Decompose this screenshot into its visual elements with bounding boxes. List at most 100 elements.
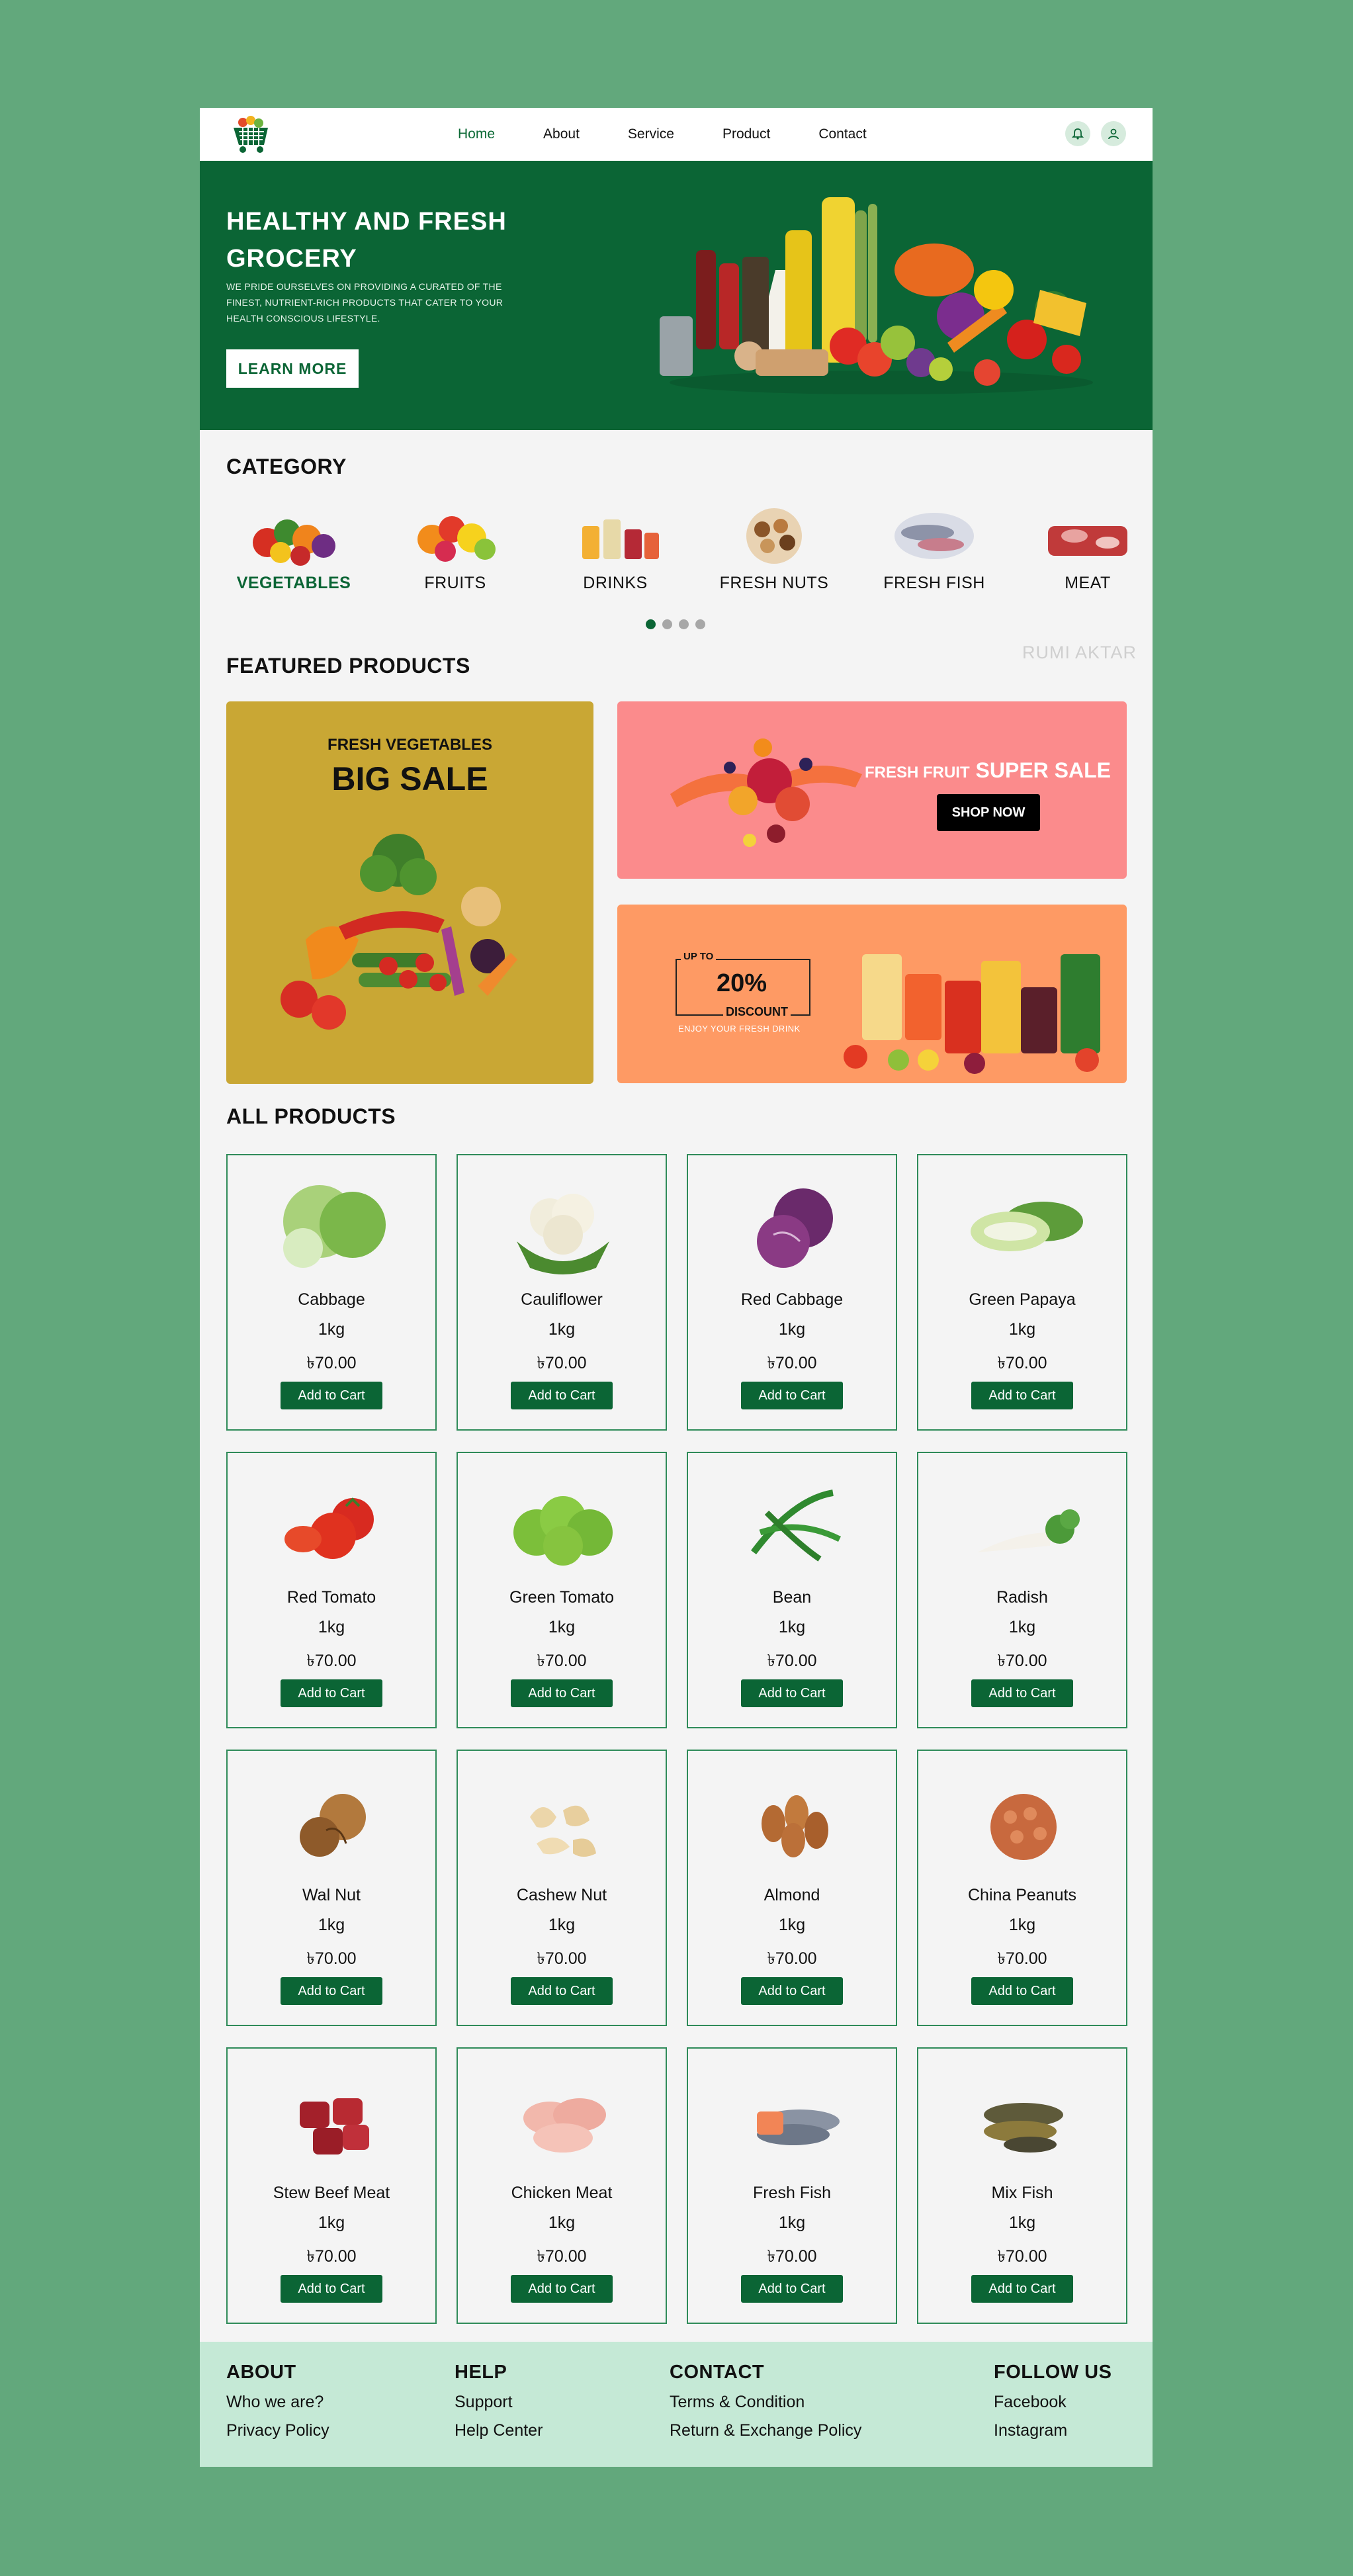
add-to-cart-button[interactable]: Add to Cart	[741, 1679, 843, 1707]
nav-product[interactable]: Product	[722, 126, 770, 142]
product-card[interactable]: Stew Beef Meat 1kg ৳70.00 Add to Cart	[226, 2047, 437, 2324]
nav-home[interactable]: Home	[458, 126, 495, 142]
cauliflower-image	[517, 1194, 609, 1274]
category-meat[interactable]: MEAT	[1022, 500, 1153, 605]
product-weight: 1kg	[318, 1916, 345, 1934]
footer-link-instagram[interactable]: Instagram	[994, 2421, 1112, 2440]
add-to-cart-button[interactable]: Add to Cart	[971, 1679, 1073, 1707]
footer-link-terms[interactable]: Terms & Condition	[670, 2393, 861, 2412]
add-to-cart-button[interactable]: Add to Cart	[281, 1977, 382, 2005]
product-card[interactable]: Fresh Fish 1kg ৳70.00 Add to Cart	[687, 2047, 897, 2324]
add-to-cart-button[interactable]: Add to Cart	[741, 1382, 843, 1409]
add-to-cart-button[interactable]: Add to Cart	[741, 1977, 843, 2005]
fruit-splash-illustration	[670, 738, 862, 847]
drinks-icon	[582, 519, 659, 559]
hero-title: HEALTHY AND FRESH GROCERY	[226, 208, 507, 273]
product-card[interactable]: Chicken Meat 1kg ৳70.00 Add to Cart	[457, 2047, 667, 2324]
cart-logo-icon[interactable]	[230, 113, 272, 155]
product-card[interactable]: Green Papaya 1kg ৳70.00 Add to Cart	[917, 1154, 1127, 1431]
product-card[interactable]: Red Tomato 1kg ৳70.00 Add to Cart	[226, 1452, 437, 1728]
product-card[interactable]: Bean 1kg ৳70.00 Add to Cart	[687, 1452, 897, 1728]
product-weight: 1kg	[778, 1320, 806, 1339]
add-to-cart-button[interactable]: Add to Cart	[281, 1382, 382, 1409]
add-to-cart-button[interactable]: Add to Cart	[971, 1977, 1073, 2005]
nav-contact[interactable]: Contact	[818, 126, 866, 142]
product-card[interactable]: Red Cabbage 1kg ৳70.00 Add to Cart	[687, 1154, 897, 1431]
footer-about: ABOUT Who we are? Privacy Policy	[226, 2362, 329, 2450]
vegetables-sale-banner[interactable]: FRESH VEGETABLES BIG SALE	[226, 701, 593, 1084]
product-card[interactable]: Wal Nut 1kg ৳70.00 Add to Cart	[226, 1750, 437, 2026]
carousel-dot[interactable]	[646, 619, 656, 629]
product-name: China Peanuts	[967, 1886, 1076, 1904]
product-weight: 1kg	[778, 1916, 806, 1934]
product-card[interactable]: Green Tomato 1kg ৳70.00 Add to Cart	[457, 1452, 667, 1728]
footer-link-privacy[interactable]: Privacy Policy	[226, 2421, 329, 2440]
category-label: FRUITS	[424, 574, 486, 592]
add-to-cart-button[interactable]: Add to Cart	[971, 1382, 1073, 1409]
product-card[interactable]: Radish 1kg ৳70.00 Add to Cart	[917, 1452, 1127, 1728]
product-name: Almond	[764, 1886, 820, 1904]
product-price: ৳70.00	[997, 1652, 1047, 1670]
shop-now-button[interactable]: SHOP NOW	[937, 794, 1040, 831]
product-card[interactable]: China Peanuts 1kg ৳70.00 Add to Cart	[917, 1750, 1127, 2026]
category-fresh-fish[interactable]: FRESH FISH	[868, 500, 1000, 605]
footer-link-help-center[interactable]: Help Center	[455, 2421, 543, 2440]
add-to-cart-button[interactable]: Add to Cart	[511, 1382, 613, 1409]
product-price: ৳70.00	[306, 1354, 357, 1372]
product-price: ৳70.00	[997, 2247, 1047, 2266]
product-card[interactable]: Almond 1kg ৳70.00 Add to Cart	[687, 1750, 897, 2026]
meat-icon	[1048, 526, 1127, 556]
top-navbar: Home About Service Product Contact	[200, 108, 1153, 161]
footer-link-facebook[interactable]: Facebook	[994, 2393, 1112, 2412]
product-card[interactable]: Cashew Nut 1kg ৳70.00 Add to Cart	[457, 1750, 667, 2026]
product-price: ৳70.00	[767, 1652, 817, 1670]
product-name: Stew Beef Meat	[273, 2184, 390, 2202]
add-to-cart-button[interactable]: Add to Cart	[741, 2275, 843, 2303]
add-to-cart-button[interactable]: Add to Cart	[281, 2275, 382, 2303]
add-to-cart-button[interactable]: Add to Cart	[281, 1679, 382, 1707]
red-tomato-image	[284, 1497, 374, 1559]
chicken-image	[523, 2098, 606, 2153]
product-price: ৳70.00	[997, 1949, 1047, 1968]
category-fresh-nuts[interactable]: FRESH NUTS	[708, 500, 840, 605]
product-card[interactable]: Cauliflower 1kg ৳70.00 Add to Cart	[457, 1154, 667, 1431]
category-vegetables[interactable]: VEGETABLES	[228, 500, 360, 605]
fruit-sale-banner[interactable]: FRESH FRUIT SUPER SALE SHOP NOW	[617, 701, 1127, 879]
product-card[interactable]: Cabbage 1kg ৳70.00 Add to Cart	[226, 1154, 437, 1431]
banner-headline: SUPER SALE	[975, 758, 1112, 782]
peanuts-image	[990, 1794, 1057, 1860]
carousel-dot[interactable]	[679, 619, 689, 629]
footer-link-support[interactable]: Support	[455, 2393, 543, 2412]
grocery-illustration	[660, 197, 1093, 394]
add-to-cart-button[interactable]: Add to Cart	[511, 1679, 613, 1707]
nav-service[interactable]: Service	[628, 126, 674, 142]
category-label: FRESH NUTS	[719, 574, 829, 592]
nav-about[interactable]: About	[543, 126, 580, 142]
product-name: Cabbage	[298, 1290, 365, 1309]
product-name: Chicken Meat	[511, 2184, 613, 2202]
product-price: ৳70.00	[767, 2247, 817, 2266]
category-carousel: VEGETABLES FRUITS DRINKS FRESH NUTS FRES…	[220, 500, 1133, 612]
product-weight: 1kg	[1008, 2213, 1036, 2232]
product-weight: 1kg	[548, 1916, 576, 1934]
category-drinks[interactable]: DRINKS	[549, 500, 681, 605]
bell-icon[interactable]	[1065, 121, 1090, 146]
add-to-cart-button[interactable]: Add to Cart	[511, 1977, 613, 2005]
carousel-dot[interactable]	[695, 619, 705, 629]
category-fruits[interactable]: FRUITS	[389, 500, 521, 605]
footer-link-return-policy[interactable]: Return & Exchange Policy	[670, 2421, 861, 2440]
product-price: ৳70.00	[767, 1354, 817, 1372]
learn-more-button[interactable]: LEARN MORE	[226, 349, 359, 388]
product-card[interactable]: Mix Fish 1kg ৳70.00 Add to Cart	[917, 2047, 1127, 2324]
product-name: Wal Nut	[302, 1886, 361, 1904]
footer-heading: CONTACT	[670, 2362, 765, 2383]
carousel-dot[interactable]	[662, 619, 672, 629]
add-to-cart-button[interactable]: Add to Cart	[971, 2275, 1073, 2303]
drink-discount-banner[interactable]: UP TO 20% DISCOUNT ENJOY YOUR FRESH DRIN…	[617, 905, 1127, 1083]
product-name: Cashew Nut	[516, 1886, 607, 1904]
add-to-cart-button[interactable]: Add to Cart	[511, 2275, 613, 2303]
footer-link-who-we-are[interactable]: Who we are?	[226, 2393, 329, 2412]
product-name: Bean	[772, 1588, 812, 1607]
user-icon[interactable]	[1101, 121, 1126, 146]
product-weight: 1kg	[1008, 1916, 1036, 1934]
